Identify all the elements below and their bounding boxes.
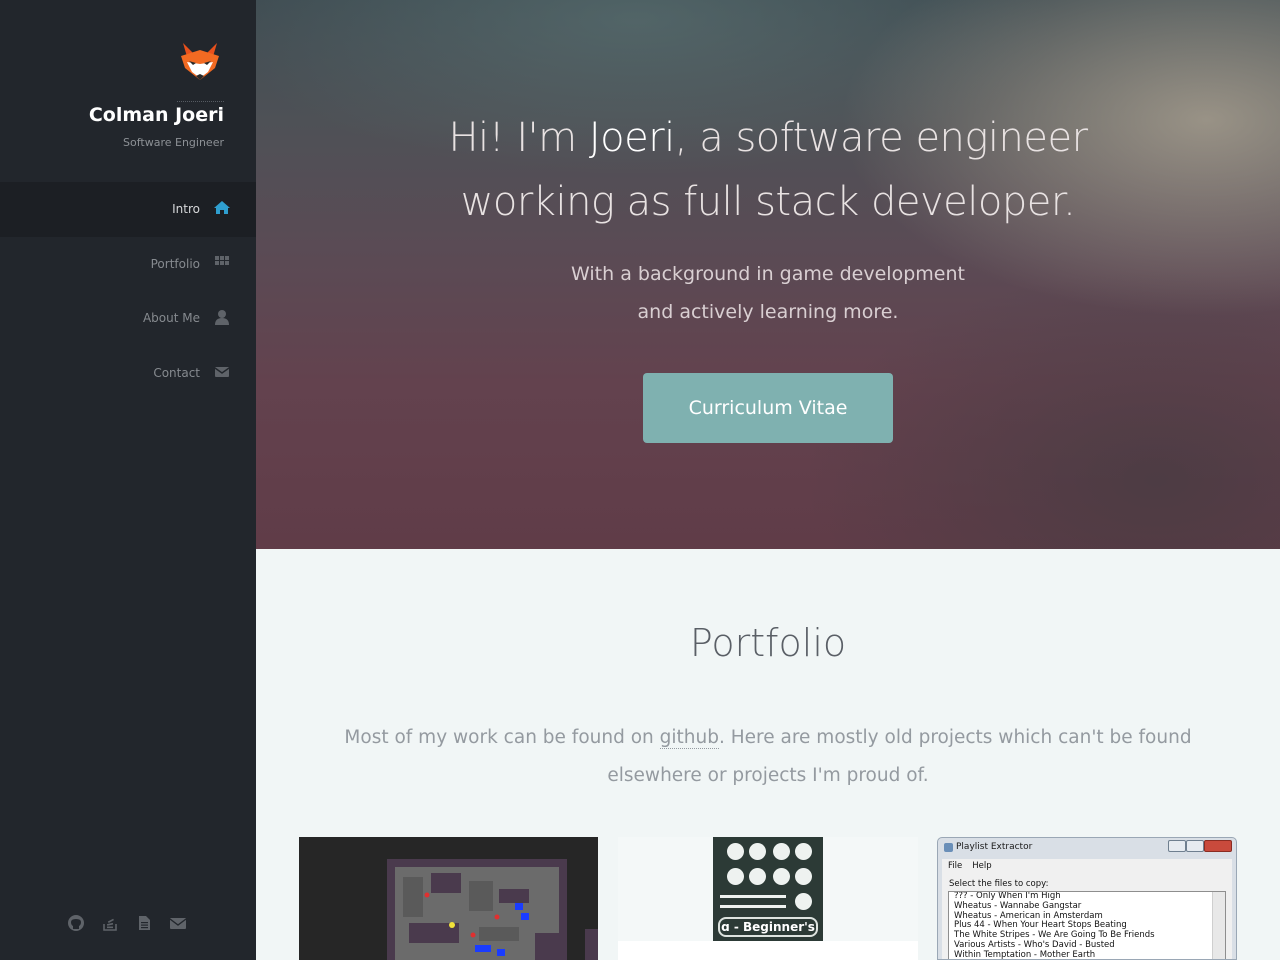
hero-title-prefix: Hi! I'm [448, 115, 589, 161]
site-owner-name: Colman Joeri [88, 104, 224, 126]
document-icon[interactable] [134, 913, 154, 933]
menu-icon [795, 843, 812, 860]
portfolio-thumbnail-playlist-extractor[interactable]: Playlist Extractor File Help Select the f… [937, 837, 1237, 960]
github-icon[interactable] [66, 913, 86, 933]
dungeon-map-image [299, 837, 598, 960]
sidebar: Colman Joeri Software Engineer Intro Por… [0, 0, 256, 960]
window-menu-bar: File Help [942, 859, 1232, 873]
user-icon [213, 308, 231, 326]
social-links [66, 913, 188, 933]
envelope-icon[interactable] [168, 913, 188, 933]
eject-icon [773, 843, 790, 860]
select-files-label: Select the files to copy: [949, 879, 1049, 889]
curriculum-vitae-button[interactable]: Curriculum Vitae [643, 373, 893, 443]
nav-item-contact[interactable]: Contact [0, 346, 256, 401]
track-title-display: ɑ - Beginner's [718, 917, 818, 937]
volume-slider [720, 895, 786, 898]
repeat-icon [795, 868, 812, 885]
fox-logo-icon[interactable] [178, 40, 222, 84]
speaker-icon [795, 893, 812, 910]
main-navigation: Intro Portfolio About Me Contact [0, 182, 256, 400]
fast-forward-icon [749, 868, 766, 885]
portfolio-thumbnail-dungeon-game[interactable] [299, 837, 598, 960]
stack-overflow-icon[interactable] [100, 913, 120, 933]
site-owner-role: Software Engineer [123, 136, 224, 149]
nav-item-label: Intro [172, 202, 200, 216]
seek-slider [720, 905, 786, 908]
list-item: Within Temptation - Mother Earth [954, 949, 1096, 960]
pause-icon [727, 843, 744, 860]
hero-subtitle: With a background in game development an… [256, 255, 1280, 331]
github-link[interactable]: github [659, 727, 719, 749]
logo-divider [177, 101, 224, 102]
nav-item-portfolio[interactable]: Portfolio [0, 237, 256, 292]
hero-title-line2: working as full stack developer. [460, 179, 1076, 225]
stop-icon [749, 843, 766, 860]
hero-subtitle-line2: and actively learning more. [637, 301, 899, 323]
shuffle-icon [773, 868, 790, 885]
hero-subtitle-line1: With a background in game development [571, 263, 965, 285]
nav-item-intro[interactable]: Intro [0, 182, 256, 237]
close-icon [1204, 840, 1232, 852]
grid-icon [213, 254, 231, 272]
intro-hero: Hi! I'm Joeri, a software engineer worki… [256, 0, 1280, 549]
nav-item-label: Contact [153, 365, 200, 380]
nav-item-label: Portfolio [150, 256, 200, 271]
envelope-icon [213, 363, 231, 381]
rewind-icon [727, 868, 744, 885]
menu-help: Help [972, 861, 992, 871]
hero-title-name: Joeri [588, 115, 675, 161]
portfolio-description: Most of my work can be found on github. … [306, 719, 1230, 795]
portfolio-section: Portfolio Most of my work can be found o… [256, 549, 1280, 960]
maximize-icon [1186, 840, 1204, 852]
nav-item-about-me[interactable]: About Me [0, 291, 256, 346]
thumbnail-caption-strip [618, 941, 918, 960]
app-window-icon [944, 843, 953, 852]
list-scrollbar [1212, 892, 1225, 959]
hero-title: Hi! I'm Joeri, a software engineer worki… [256, 106, 1280, 234]
playlist-file-list: ??? - Only When I'm High Wheatus - Wanna… [948, 891, 1226, 960]
home-icon [213, 199, 231, 217]
window-title: Playlist Extractor [956, 842, 1033, 852]
minimize-icon [1168, 840, 1186, 852]
window-body: Select the files to copy: ??? - Only Whe… [942, 873, 1232, 959]
hero-title-suffix: , a software engineer [674, 115, 1088, 161]
menu-file: File [948, 861, 963, 871]
media-player-image: ɑ - Beginner's [713, 837, 823, 941]
portfolio-thumbnail-media-player[interactable]: ɑ - Beginner's [618, 837, 918, 960]
nav-item-label: About Me [142, 311, 200, 325]
portfolio-title: Portfolio [689, 621, 847, 665]
portfolio-desc-prefix: Most of my work can be found on [344, 727, 660, 748]
